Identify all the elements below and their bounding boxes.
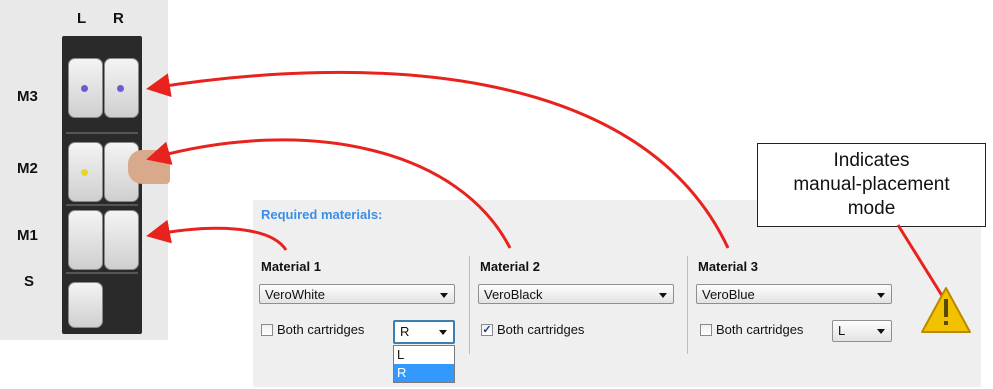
warning-icon [921, 287, 971, 333]
arrow-to-m3 [146, 70, 730, 249]
callout-pointer [896, 224, 948, 303]
annotation-arrows [146, 70, 971, 333]
arrow-to-m1 [146, 219, 288, 251]
arrow-to-m2 [146, 138, 512, 249]
